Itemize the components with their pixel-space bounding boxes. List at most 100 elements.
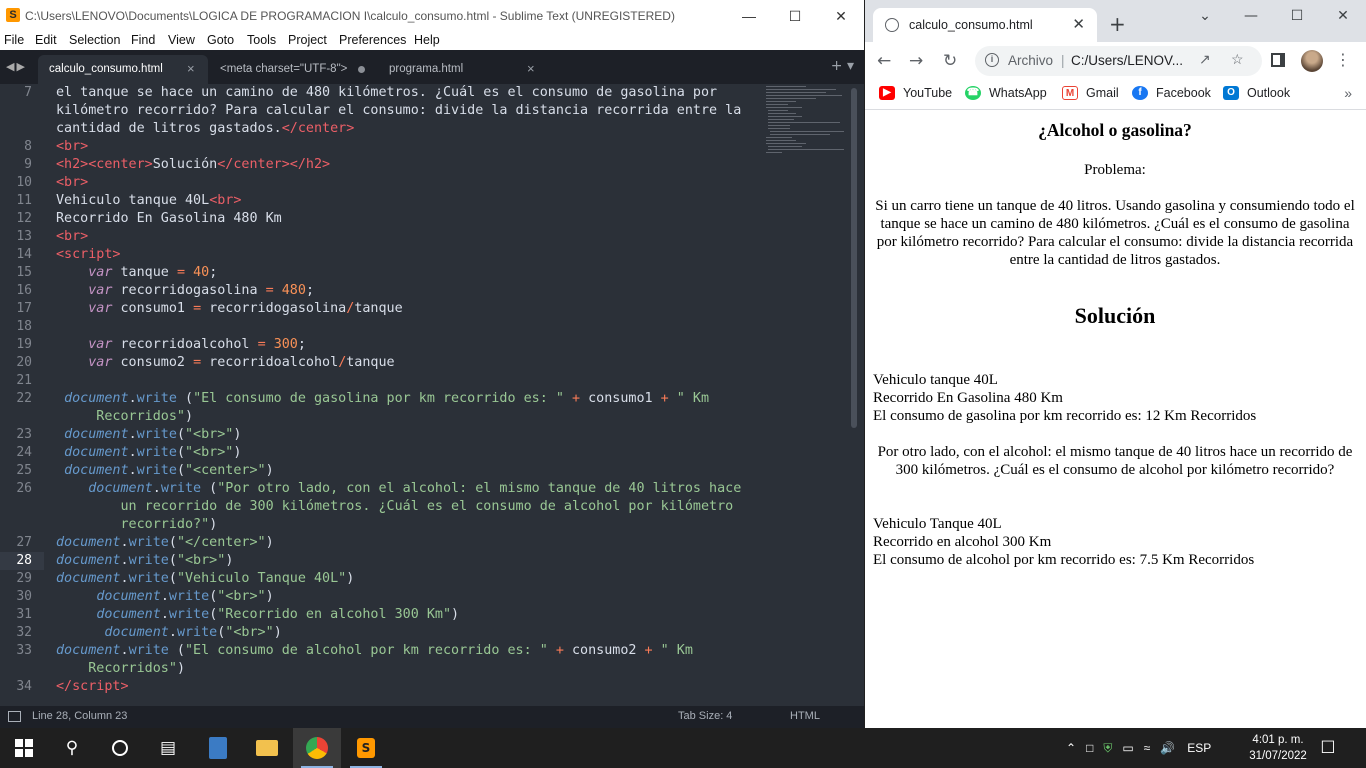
code-line[interactable]: recorrido?") bbox=[56, 516, 217, 534]
code-line[interactable]: document.write ("El consumo de alcohol p… bbox=[56, 642, 693, 660]
code-line[interactable]: Recorrido En Gasolina 480 Km bbox=[56, 210, 282, 228]
bookmark-star-icon[interactable]: ☆ bbox=[1231, 51, 1244, 68]
code-line[interactable]: document.write("<br>") bbox=[56, 444, 241, 462]
clock[interactable]: 4:01 p. m. 31/07/2022 bbox=[1240, 732, 1316, 764]
tab-meta-charset[interactable]: <meta charset="UTF-8"> bbox=[208, 55, 378, 84]
unsaved-dot-icon[interactable] bbox=[358, 66, 365, 73]
code-line[interactable]: <h2><center>Solución</center></h2> bbox=[56, 156, 330, 174]
more-bookmarks-icon[interactable]: » bbox=[1344, 85, 1352, 101]
panel-toggle-icon[interactable] bbox=[8, 711, 21, 722]
reload-icon[interactable]: ↻ bbox=[943, 51, 957, 71]
code-line[interactable]: <br> bbox=[56, 174, 88, 192]
syntax-mode[interactable]: HTML bbox=[790, 710, 820, 722]
menu-help[interactable]: Help bbox=[414, 33, 440, 47]
file-explorer-icon[interactable] bbox=[243, 728, 291, 768]
menu-preferences[interactable]: Preferences bbox=[339, 33, 406, 47]
minimize-button[interactable]: — bbox=[1228, 0, 1274, 32]
notifications-icon[interactable]: ☐ bbox=[1308, 728, 1348, 768]
menu-file[interactable]: File bbox=[4, 33, 24, 47]
close-tab-icon[interactable]: × bbox=[527, 61, 535, 76]
minimize-button[interactable]: — bbox=[726, 0, 772, 32]
maximize-button[interactable]: ☐ bbox=[1274, 0, 1320, 32]
battery-icon[interactable]: ▭ bbox=[1122, 741, 1133, 755]
share-icon[interactable]: ↗ bbox=[1199, 51, 1211, 68]
code-line[interactable]: <br> bbox=[56, 228, 88, 246]
code-line[interactable]: document.write ("Por otro lado, con el a… bbox=[56, 480, 741, 498]
maximize-button[interactable]: ☐ bbox=[772, 0, 818, 32]
code-line[interactable]: un recorrido de 300 kilómetros. ¿Cuál es… bbox=[56, 498, 733, 516]
bookmark-youtube[interactable]: ▶ YouTube bbox=[879, 86, 952, 100]
code-line[interactable]: var tanque = 40; bbox=[56, 264, 217, 282]
code-line[interactable]: document.write("<br>") bbox=[56, 588, 273, 606]
forward-arrow-icon[interactable]: → bbox=[909, 51, 923, 71]
code-line[interactable]: document.write("<br>") bbox=[56, 552, 233, 570]
profile-avatar[interactable] bbox=[1301, 50, 1323, 72]
menu-selection[interactable]: Selection bbox=[69, 33, 120, 47]
code-line[interactable]: document.write("</center>") bbox=[56, 534, 274, 552]
code-line[interactable]: document.write("Recorrido en alcohol 300… bbox=[56, 606, 459, 624]
side-panel-icon[interactable] bbox=[1271, 53, 1285, 67]
code-line[interactable]: kilómetro recorrido? Para calcular el co… bbox=[56, 102, 741, 120]
close-button[interactable]: ✕ bbox=[818, 0, 864, 32]
tab-programa[interactable]: programa.html × bbox=[378, 55, 548, 84]
bookmark-whatsapp[interactable]: ☎ WhatsApp bbox=[965, 86, 1047, 100]
back-arrow-icon[interactable]: ← bbox=[877, 51, 891, 71]
chrome-tab-active[interactable]: calculo_consumo.html ✕ bbox=[873, 8, 1097, 42]
tab-search-icon[interactable]: ⌄ bbox=[1182, 0, 1228, 32]
tab-nav-arrows-icon[interactable]: ◀▶ bbox=[6, 60, 27, 73]
language-indicator[interactable]: ESP bbox=[1187, 741, 1211, 755]
meet-now-icon[interactable]: □ bbox=[1086, 741, 1093, 755]
chrome-taskbar-icon[interactable] bbox=[293, 728, 341, 768]
menu-edit[interactable]: Edit bbox=[35, 33, 57, 47]
code-editor[interactable]: 7 8 9 10 11 12 13 14 15 16 17 18 19 20 2… bbox=[0, 84, 864, 706]
more-menu-icon[interactable]: ⋮ bbox=[1335, 50, 1351, 69]
info-icon[interactable]: i bbox=[985, 53, 999, 67]
bookmark-facebook[interactable]: f Facebook bbox=[1132, 86, 1211, 100]
sublime-taskbar-icon[interactable]: S bbox=[342, 728, 390, 768]
code-text-area[interactable]: el tanque se hace un camino de 480 kilóm… bbox=[56, 84, 762, 706]
code-line[interactable]: var recorridoalcohol = 300; bbox=[56, 336, 306, 354]
security-shield-icon[interactable]: ⛨ bbox=[1103, 741, 1112, 756]
code-line[interactable]: <script> bbox=[56, 246, 121, 264]
bookmark-outlook[interactable]: O Outlook bbox=[1223, 86, 1290, 100]
code-line[interactable]: document.write("<br>") bbox=[56, 624, 281, 642]
code-line[interactable]: Recorridos") bbox=[56, 408, 193, 426]
calculator-app-icon[interactable] bbox=[194, 728, 242, 768]
scrollbar-thumb[interactable] bbox=[851, 88, 857, 428]
new-tab-icon[interactable]: + bbox=[1109, 12, 1126, 36]
code-line[interactable]: <br> bbox=[56, 138, 88, 156]
task-view-icon[interactable]: ▤ bbox=[144, 728, 192, 768]
menu-project[interactable]: Project bbox=[288, 33, 327, 47]
code-line[interactable]: el tanque se hace un camino de 480 kilóm… bbox=[56, 84, 717, 102]
close-tab-icon[interactable]: ✕ bbox=[1072, 15, 1085, 33]
cortana-icon[interactable] bbox=[96, 728, 144, 768]
bookmark-gmail[interactable]: M Gmail bbox=[1062, 86, 1119, 100]
show-hidden-icons-icon[interactable]: ⌃ bbox=[1066, 741, 1076, 755]
code-line[interactable]: document.write("Vehiculo Tanque 40L") bbox=[56, 570, 354, 588]
start-button[interactable] bbox=[0, 728, 48, 768]
editor-scrollbar[interactable] bbox=[849, 84, 859, 706]
address-bar[interactable]: i Archivo | C:/Users/LENOV... ↗ ☆ bbox=[975, 46, 1262, 76]
sublime-title-bar[interactable]: S C:\Users\LENOVO\Documents\LOGICA DE PR… bbox=[0, 0, 864, 32]
wifi-icon[interactable]: ≈ bbox=[1144, 741, 1151, 755]
menu-tools[interactable]: Tools bbox=[247, 33, 276, 47]
code-line[interactable]: document.write("<center>") bbox=[56, 462, 274, 480]
menu-find[interactable]: Find bbox=[131, 33, 155, 47]
code-line[interactable]: </script> bbox=[56, 678, 129, 696]
code-line[interactable]: Recorridos") bbox=[56, 660, 185, 678]
code-line[interactable]: document.write ("El consumo de gasolina … bbox=[56, 390, 709, 408]
minimap[interactable] bbox=[764, 84, 848, 174]
code-line[interactable]: var consumo1 = recorridogasolina/tanque bbox=[56, 300, 402, 318]
search-icon[interactable]: ⚲ bbox=[48, 728, 96, 768]
code-line[interactable]: var recorridogasolina = 480; bbox=[56, 282, 314, 300]
menu-view[interactable]: View bbox=[168, 33, 195, 47]
close-button[interactable]: ✕ bbox=[1320, 0, 1366, 32]
tab-calculo-consumo[interactable]: calculo_consumo.html × bbox=[38, 55, 208, 84]
code-line[interactable]: document.write("<br>") bbox=[56, 426, 241, 444]
menu-goto[interactable]: Goto bbox=[207, 33, 234, 47]
address-url[interactable]: C:/Users/LENOV... bbox=[1071, 53, 1183, 68]
code-line[interactable]: cantidad de litros gastados.</center> bbox=[56, 120, 354, 138]
code-line[interactable]: var consumo2 = recorridoalcohol/tanque bbox=[56, 354, 394, 372]
close-tab-icon[interactable]: × bbox=[187, 61, 195, 76]
new-tab-and-dropdown-icon[interactable]: + ▾ bbox=[831, 58, 854, 74]
